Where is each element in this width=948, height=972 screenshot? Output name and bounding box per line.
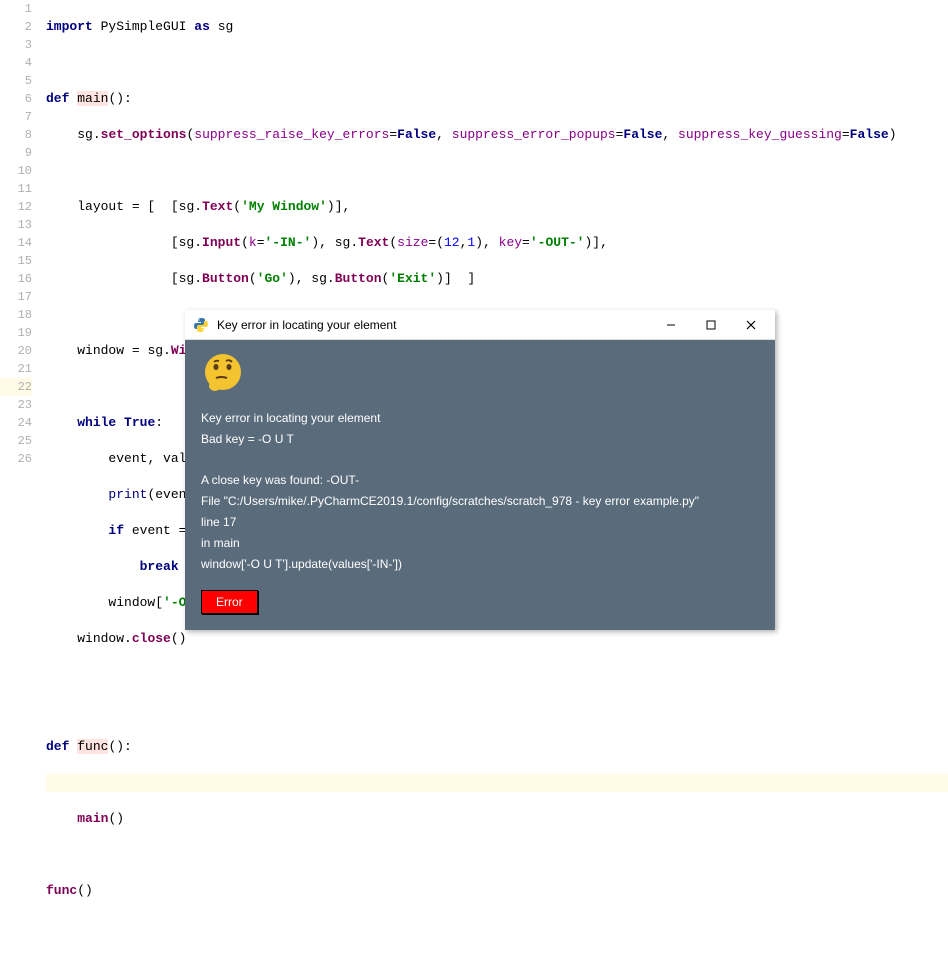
line-number: 22 [0, 378, 32, 396]
thinking-emoji-icon [201, 352, 245, 396]
dialog-titlebar[interactable]: Key error in locating your element [185, 310, 775, 340]
maximize-icon [706, 320, 716, 330]
code-line: sg.set_options(suppress_raise_key_errors… [46, 126, 948, 144]
minimize-icon [666, 320, 676, 330]
minimize-button[interactable] [651, 311, 691, 339]
line-gutter: 1 2 3 4 5 6 7 8 9 10 11 12 13 14 15 16 1… [0, 0, 40, 640]
line-number: 25 [0, 432, 32, 450]
code-line [46, 774, 948, 792]
error-code-snippet: window['-O U T'].update(values['-IN-']) [201, 556, 759, 573]
line-number: 13 [0, 216, 32, 234]
line-number: 7 [0, 108, 32, 126]
error-line-no: line 17 [201, 514, 759, 531]
code-line [46, 162, 948, 180]
code-line [46, 666, 948, 684]
maximize-button[interactable] [691, 311, 731, 339]
line-number: 12 [0, 198, 32, 216]
code-line: def func(): [46, 738, 948, 756]
dialog-title: Key error in locating your element [217, 318, 651, 332]
error-heading: Key error in locating your element [201, 410, 759, 427]
line-number: 5 [0, 72, 32, 90]
line-number: 3 [0, 36, 32, 54]
line-number: 8 [0, 126, 32, 144]
code-line [46, 702, 948, 720]
code-line: func() [46, 882, 948, 900]
line-number: 19 [0, 324, 32, 342]
line-number: 20 [0, 342, 32, 360]
code-line [46, 846, 948, 864]
code-line: window.close() [46, 630, 948, 648]
code-line [46, 918, 948, 936]
code-line: main() [46, 810, 948, 828]
line-number: 17 [0, 288, 32, 306]
line-number: 9 [0, 144, 32, 162]
line-number: 10 [0, 162, 32, 180]
line-number: 14 [0, 234, 32, 252]
error-in-func: in main [201, 535, 759, 552]
code-line: layout = [ [sg.Text('My Window')], [46, 198, 948, 216]
dialog-body: Key error in locating your element Bad k… [185, 340, 775, 630]
python-icon [193, 317, 209, 333]
line-number: 18 [0, 306, 32, 324]
line-number: 15 [0, 252, 32, 270]
close-icon [746, 320, 756, 330]
code-line: [sg.Input(k='-IN-'), sg.Text(size=(12,1)… [46, 234, 948, 252]
error-bad-key: Bad key = -O U T [201, 431, 759, 448]
line-number: 16 [0, 270, 32, 288]
line-number: 6 [0, 90, 32, 108]
code-line: import PySimpleGUI as sg [46, 18, 948, 36]
close-button[interactable] [731, 311, 771, 339]
error-close-key: A close key was found: -OUT- [201, 472, 759, 489]
line-number: 21 [0, 360, 32, 378]
error-button[interactable]: Error [201, 590, 258, 614]
line-number: 23 [0, 396, 32, 414]
line-number: 26 [0, 450, 32, 468]
code-line: def main(): [46, 90, 948, 108]
line-number: 2 [0, 18, 32, 36]
line-number: 4 [0, 54, 32, 72]
code-line: [sg.Button('Go'), sg.Button('Exit')] ] [46, 270, 948, 288]
code-line [46, 54, 948, 72]
error-dialog: Key error in locating your element [185, 310, 775, 630]
line-number: 1 [0, 0, 32, 18]
error-file: File "C:/Users/mike/.PyCharmCE2019.1/con… [201, 493, 759, 510]
line-number: 11 [0, 180, 32, 198]
line-number: 24 [0, 414, 32, 432]
